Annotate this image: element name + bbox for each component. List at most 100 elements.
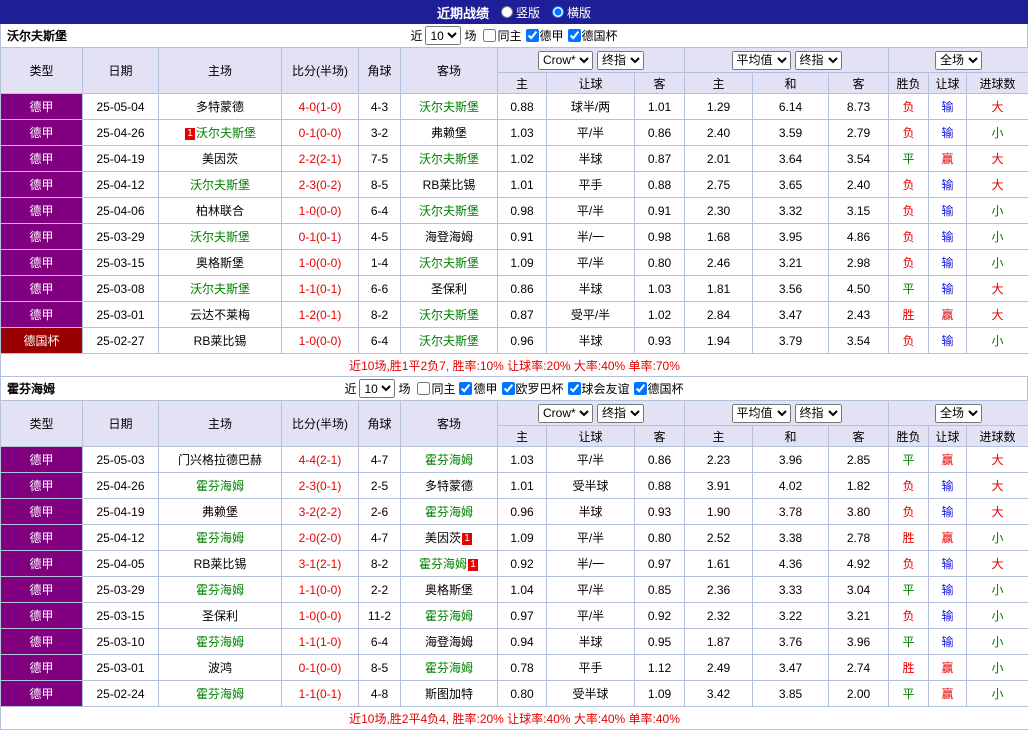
team-link[interactable]: 霍芬海姆 (425, 609, 473, 623)
team-link[interactable]: 沃尔夫斯堡 (419, 308, 479, 322)
team-link[interactable]: RB莱比锡 (194, 557, 247, 571)
filter-checkbox-3[interactable]: 球会友谊 (567, 380, 630, 397)
team-link[interactable]: 霍芬海姆 (196, 583, 244, 597)
avg-home-odds-cell: 2.49 (684, 654, 754, 681)
team-link[interactable]: 奥格斯堡 (425, 583, 473, 597)
recent-games-select[interactable]: 10 (425, 26, 462, 45)
result-cell: 负 (888, 119, 930, 146)
date-cell: 25-04-05 (82, 550, 159, 577)
team-link[interactable]: 柏林联合 (196, 204, 244, 218)
corner-cell: 6-4 (358, 628, 401, 655)
team-link[interactable]: 霍芬海姆 (425, 505, 473, 519)
home-team-cell: 霍芬海姆 (158, 524, 282, 551)
score-cell: 1-1(1-0) (281, 628, 359, 655)
team-link[interactable]: RB莱比锡 (194, 334, 247, 348)
subcol-euro-draw: 和 (752, 425, 830, 447)
team-link[interactable]: 沃尔夫斯堡 (419, 334, 479, 348)
handicap-result-cell: 输 (928, 472, 968, 499)
team-link[interactable]: 云达不莱梅 (190, 308, 250, 322)
average-odds-select[interactable]: 平均值 (731, 50, 791, 70)
recent-games-select[interactable]: 10 (359, 379, 396, 398)
team-link[interactable]: 多特蒙德 (425, 479, 473, 493)
final-odds-select-asian[interactable]: 终指 (597, 403, 645, 423)
team-link[interactable]: 美因茨 (202, 152, 238, 166)
team-link[interactable]: 沃尔夫斯堡 (190, 230, 250, 244)
team-link[interactable]: 波鸿 (208, 661, 232, 675)
team-link[interactable]: 沃尔夫斯堡 (190, 282, 250, 296)
team-link[interactable]: 霍芬海姆 (196, 687, 244, 701)
team-link[interactable]: 美因茨 (425, 531, 461, 545)
date-cell: 25-04-19 (82, 498, 159, 525)
filter-checkbox-0[interactable]: 同主 (417, 380, 455, 397)
final-odds-select-euro[interactable]: 终指 (794, 403, 842, 423)
fulltime-select[interactable]: 全场 (935, 50, 983, 70)
date-cell: 25-03-01 (82, 654, 159, 681)
col-header-home: 主场 (158, 400, 282, 447)
team-link[interactable]: 奥格斯堡 (196, 256, 244, 270)
team-link[interactable]: 沃尔夫斯堡 (419, 256, 479, 270)
layout-radio-horizontal[interactable]: 横版 (552, 4, 591, 21)
asian-away-odds-cell: 0.87 (633, 145, 686, 172)
team-link[interactable]: 霍芬海姆 (425, 661, 473, 675)
corner-cell: 2-2 (358, 576, 401, 603)
team-link[interactable]: 弗赖堡 (202, 505, 238, 519)
checkbox-input[interactable] (525, 29, 539, 42)
league-cell: 德甲 (0, 301, 83, 328)
team-link[interactable]: 圣保利 (202, 609, 238, 623)
team-link[interactable]: 海登海姆 (425, 635, 473, 649)
filter-checkbox-1[interactable]: 德甲 (459, 380, 498, 397)
checkbox-input[interactable] (483, 29, 497, 42)
match-row: 德甲 25-05-03 门兴格拉德巴赫 4-4(2-1) 4-7 霍芬海姆 1.… (0, 446, 1028, 473)
team-link[interactable]: 霍芬海姆 (425, 453, 473, 467)
result-cell: 负 (888, 472, 930, 499)
bookmaker-select[interactable]: Crow* (538, 403, 594, 423)
team-link[interactable]: 霍芬海姆 (196, 479, 244, 493)
team-link[interactable]: 沃尔夫斯堡 (419, 100, 479, 114)
checkbox-input[interactable] (633, 382, 647, 395)
fulltime-select[interactable]: 全场 (935, 403, 983, 423)
checkbox-input[interactable] (501, 382, 515, 395)
home-team-cell: RB莱比锡 (158, 550, 282, 577)
league-filter-checkboxes: 同主 德甲 欧罗巴杯 球会友谊 德国杯 (413, 380, 684, 397)
match-row: 德甲 25-03-08 沃尔夫斯堡 1-1(0-1) 6-6 圣保利 0.86 … (0, 275, 1028, 302)
team-link[interactable]: 沃尔夫斯堡 (419, 152, 479, 166)
average-odds-select[interactable]: 平均值 (731, 403, 791, 423)
team-link[interactable]: 多特蒙德 (196, 100, 244, 114)
team-link[interactable]: RB莱比锡 (423, 178, 476, 192)
filter-checkbox-2[interactable]: 德国杯 (567, 27, 618, 44)
asian-away-odds-cell: 1.03 (633, 275, 686, 302)
layout-radio-vertical[interactable]: 竖版 (500, 4, 540, 21)
checkbox-input[interactable] (567, 382, 581, 395)
filter-checkbox-4[interactable]: 德国杯 (633, 380, 684, 397)
col-header-score: 比分(半场) (281, 400, 359, 447)
team-link[interactable]: 沃尔夫斯堡 (190, 178, 250, 192)
team-link[interactable]: 霍芬海姆 (196, 635, 244, 649)
vertical-radio-input[interactable] (500, 6, 513, 18)
final-odds-select-asian[interactable]: 终指 (597, 50, 645, 70)
checkbox-input[interactable] (567, 29, 581, 42)
subcol-goals-result: 进球数 (966, 425, 1028, 447)
bookmaker-select[interactable]: Crow* (538, 50, 594, 70)
handicap-cell: 半/一 (546, 550, 635, 577)
score-cell: 0-1(0-1) (281, 223, 359, 250)
home-team-cell: 沃尔夫斯堡 (158, 171, 282, 198)
checkbox-input[interactable] (417, 382, 431, 395)
team-link[interactable]: 霍芬海姆 (419, 557, 467, 571)
filter-checkbox-2[interactable]: 欧罗巴杯 (501, 380, 564, 397)
horizontal-radio-input[interactable] (552, 6, 564, 18)
team-link[interactable]: 圣保利 (431, 282, 467, 296)
team-link[interactable]: 沃尔夫斯堡 (196, 126, 256, 140)
corner-cell: 2-5 (358, 472, 401, 499)
away-team-cell: 霍芬海姆 (400, 602, 498, 629)
team-link[interactable]: 海登海姆 (425, 230, 473, 244)
date-cell: 25-04-26 (82, 472, 159, 499)
checkbox-input[interactable] (459, 382, 473, 395)
filter-checkbox-0[interactable]: 同主 (483, 27, 522, 44)
final-odds-select-euro[interactable]: 终指 (794, 50, 842, 70)
team-link[interactable]: 霍芬海姆 (196, 531, 244, 545)
team-link[interactable]: 沃尔夫斯堡 (419, 204, 479, 218)
team-link[interactable]: 弗赖堡 (431, 126, 467, 140)
filter-checkbox-1[interactable]: 德甲 (525, 27, 564, 44)
team-link[interactable]: 门兴格拉德巴赫 (178, 453, 262, 467)
team-link[interactable]: 斯图加特 (425, 687, 473, 701)
